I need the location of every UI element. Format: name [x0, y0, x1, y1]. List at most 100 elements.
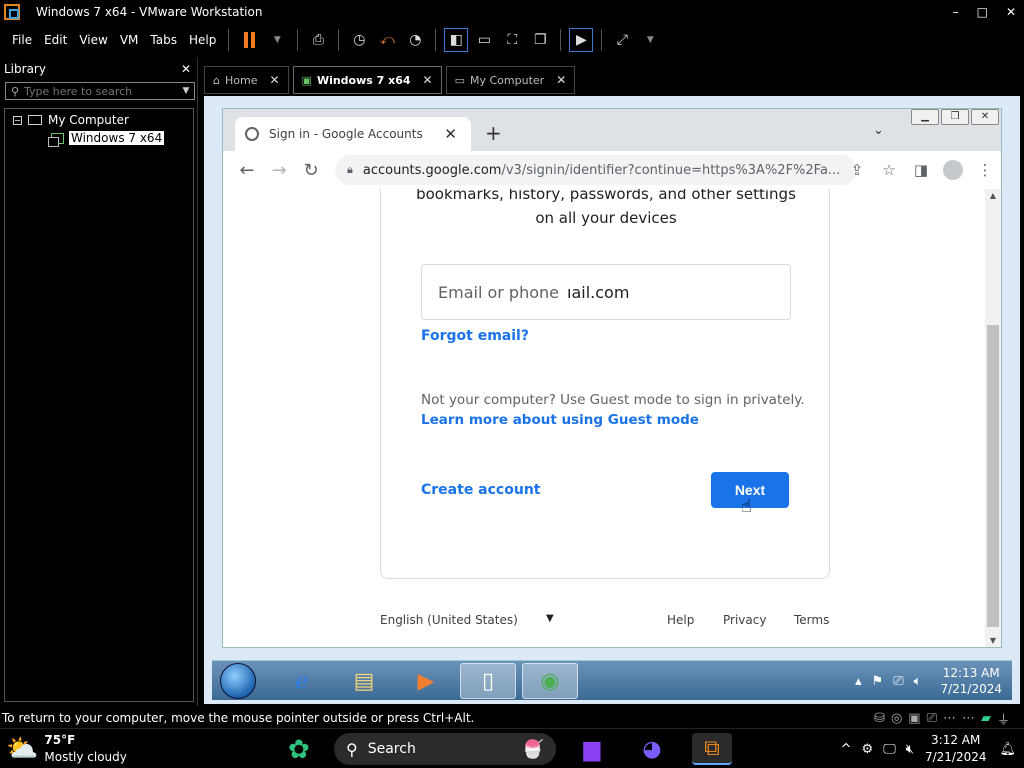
stretch-dropdown-icon[interactable]: ▼ [639, 29, 661, 51]
tab-home[interactable]: ⌂ Home ✕ [204, 66, 289, 94]
language-select[interactable]: English (United States) [380, 613, 518, 627]
network-icon[interactable]: ⎚ [893, 674, 903, 689]
toolbar-divider [228, 29, 230, 51]
library-search-input[interactable] [24, 84, 178, 98]
notifications-bell-icon[interactable]: 🔔︎ [999, 742, 1016, 757]
internet-explorer-icon[interactable]: ℯ [274, 663, 330, 699]
thumbnail-bar-icon[interactable]: ▭ [473, 29, 495, 51]
close-button[interactable]: ✕ [1006, 5, 1016, 19]
windows-start-orb-icon[interactable] [220, 663, 256, 699]
floppy-icon[interactable]: ▣ [908, 711, 920, 726]
scroll-down-icon[interactable]: ▼ [985, 636, 1001, 645]
menu-vm[interactable]: VM [114, 33, 145, 47]
address-bar[interactable]: 🔒︎ accounts.google.com/v3/signin/identif… [335, 155, 857, 185]
tree-item-my-computer[interactable]: − My Computer [13, 111, 129, 129]
volume-icon[interactable]: 🔈︎ [914, 674, 922, 689]
accessibility-icon[interactable]: ⚙ [862, 742, 874, 757]
bookmark-star-icon[interactable]: ☆ [873, 161, 905, 179]
guest-close-icon[interactable]: ✕ [971, 109, 999, 125]
tray-expand-icon[interactable]: ▴ [855, 674, 862, 689]
menu-file[interactable]: File [6, 33, 38, 47]
full-screen-icon[interactable]: ⛶ [501, 29, 523, 51]
guest-minimize-icon[interactable]: ▁ [911, 109, 939, 125]
file-folder-app-icon[interactable]: ▆ [572, 733, 612, 765]
console-view-icon[interactable]: ▶ [569, 28, 594, 52]
taskbar-search[interactable]: ⚲ Search 🍧 [334, 733, 556, 765]
email-field[interactable]: Email or phone ıail.com [421, 264, 791, 320]
file-explorer-icon[interactable]: ▤ [336, 663, 392, 699]
privacy-link[interactable]: Privacy [723, 613, 766, 627]
unity-icon[interactable]: ❐ [529, 29, 551, 51]
forgot-email-link[interactable]: Forgot email? [421, 328, 529, 344]
cd-dvd-icon[interactable]: ◎ [891, 711, 902, 726]
suspend-pause-icon[interactable] [238, 29, 260, 51]
menu-view[interactable]: View [73, 33, 113, 47]
tab-close-icon[interactable]: ✕ [556, 73, 566, 87]
new-tab-button[interactable]: + [485, 121, 502, 145]
snapshot-icon[interactable]: ◷ [348, 29, 370, 51]
maximize-button[interactable]: □ [977, 5, 988, 19]
guest-clock[interactable]: 12:13 AM 7/21/2024 [940, 665, 1002, 697]
vm-status-icon[interactable]: ⏚ [997, 709, 1010, 728]
scroll-up-icon[interactable]: ▲ [985, 191, 1001, 200]
firefox-app-icon[interactable]: ◕ [632, 733, 672, 765]
weather-widget[interactable]: ⛅ 75°F Mostly cloudy [6, 732, 127, 766]
vm-console[interactable]: Sign in - Google Accounts ✕ + ⌄ ▁ ❐ ✕ ← … [204, 96, 1020, 704]
message-log-icon[interactable]: ▰ [981, 711, 991, 726]
windows-start-icon[interactable]: ✿ [288, 735, 310, 765]
screen: Windows 7 x64 - VMware Workstation – □ ✕… [0, 0, 1024, 768]
revert-snapshot-icon[interactable]: ⤺ [376, 29, 398, 51]
chrome-window: Sign in - Google Accounts ✕ + ⌄ ▁ ❐ ✕ ← … [222, 108, 1002, 648]
tab-close-icon[interactable]: ✕ [269, 73, 279, 87]
network-adapter-icon[interactable]: ⎚ [927, 711, 937, 726]
stretch-guest-icon[interactable]: ⤢ [611, 29, 633, 51]
terms-link[interactable]: Terms [794, 613, 829, 627]
tab-search-chevron-icon[interactable]: ⌄ [873, 123, 884, 138]
send-ctrl-alt-del-icon[interactable]: ⎙ [307, 29, 329, 51]
weather-condition: Mostly cloudy [44, 750, 127, 764]
library-close-icon[interactable]: ✕ [181, 62, 191, 76]
sound-card-icon[interactable]: ⋯ [962, 711, 975, 726]
power-dropdown-icon[interactable]: ▼ [266, 29, 288, 51]
display-icon[interactable]: 🖵︎ [883, 742, 896, 757]
menu-edit[interactable]: Edit [38, 33, 73, 47]
notepad-icon[interactable]: ▯ [460, 663, 516, 699]
search-dropdown-icon[interactable]: ▼ [178, 86, 194, 96]
guest-mode-link[interactable]: Learn more about using Guest mode [421, 412, 699, 428]
help-link[interactable]: Help [667, 613, 694, 627]
menu-help[interactable]: Help [183, 33, 222, 47]
usb-icon[interactable]: ⋯ [943, 711, 956, 726]
guest-restore-icon[interactable]: ❐ [941, 109, 969, 125]
show-library-icon[interactable]: ◧ [444, 28, 469, 52]
language-dropdown-icon[interactable]: ▼ [546, 613, 554, 624]
tab-close-icon[interactable]: ✕ [423, 73, 433, 87]
collapse-icon[interactable]: − [13, 115, 22, 125]
share-icon[interactable]: ⇪ [841, 161, 873, 179]
muted-speaker-icon[interactable]: 🔇︎ [906, 742, 914, 757]
chrome-tab-signin[interactable]: Sign in - Google Accounts ✕ [235, 117, 471, 151]
reload-icon[interactable]: ↻ [295, 160, 327, 181]
tree-item-windows-7-x64[interactable]: Windows 7 x64 [48, 129, 165, 147]
chrome-taskbar-icon[interactable]: ◉ [522, 663, 578, 699]
menu-tabs[interactable]: Tabs [144, 33, 183, 47]
tab-windows-7-x64[interactable]: ▣ Windows 7 x64 ✕ [292, 66, 442, 94]
host-clock[interactable]: 3:12 AM 7/21/2024 [925, 732, 987, 766]
vm-icon: ▣ [301, 73, 312, 87]
action-center-flag-icon[interactable]: ⚑ [872, 674, 884, 689]
chrome-tab-close-icon[interactable]: ✕ [444, 125, 457, 143]
hard-disk-icon[interactable]: ⛁ [874, 711, 885, 726]
page-scrollbar[interactable]: ▲ ▼ [985, 189, 1001, 647]
forward-arrow-icon[interactable]: → [263, 160, 295, 181]
media-player-icon[interactable]: ▶ [398, 663, 454, 699]
side-panel-icon[interactable]: ◨ [905, 161, 937, 179]
back-arrow-icon[interactable]: ← [231, 160, 263, 181]
show-hidden-icons-icon[interactable]: ^ [841, 742, 852, 757]
create-account-link[interactable]: Create account [421, 482, 540, 498]
tab-my-computer[interactable]: ▭ My Computer ✕ [445, 66, 576, 94]
snapshot-manager-icon[interactable]: ◔ [404, 29, 426, 51]
minimize-button[interactable]: – [953, 5, 959, 19]
vmware-app-icon[interactable]: ⧉ [692, 733, 732, 765]
chrome-menu-icon[interactable]: ⋮ [969, 161, 1001, 179]
profile-avatar-icon[interactable] [943, 160, 963, 180]
scroll-thumb[interactable] [987, 325, 999, 627]
